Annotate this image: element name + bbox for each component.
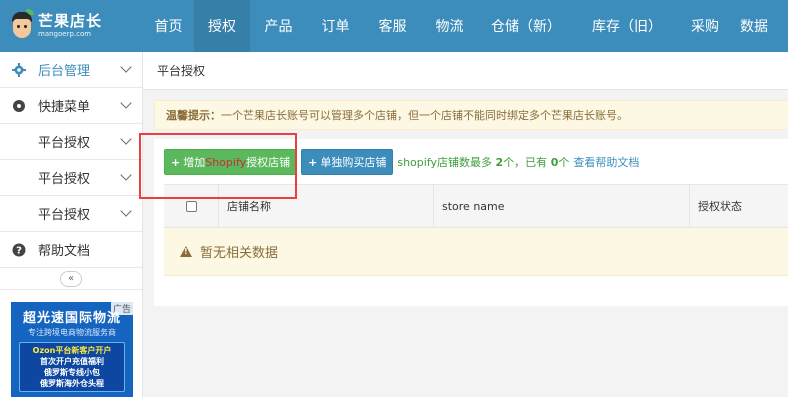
ad-line: Ozon平台新客户开户 bbox=[32, 346, 112, 355]
highlight-annotation-frame bbox=[139, 133, 297, 199]
quota-mid: 个，已有 bbox=[503, 156, 548, 169]
sidebar-item-help[interactable]: ? 帮助文档 bbox=[0, 232, 142, 268]
sidebar-item-shortcuts[interactable]: 快捷菜单 bbox=[0, 88, 142, 124]
mango-mascot-icon bbox=[10, 9, 34, 40]
sidebar-subitem-platform-auth[interactable]: 平台授权 bbox=[0, 196, 142, 232]
top-navbar: 芒果店长 mangoerp.com 首页 授权 产品 订单 客服 物流 仓储（新… bbox=[0, 0, 788, 52]
collapse-sidebar-button[interactable]: « bbox=[60, 270, 82, 287]
chevron-down-icon bbox=[120, 169, 132, 181]
sidebar-collapse-bar: « bbox=[0, 268, 142, 290]
tip-label: 温馨提示： bbox=[166, 109, 221, 122]
ad-tag[interactable]: 广告 bbox=[110, 302, 133, 315]
brand-domain: mangoerp.com bbox=[38, 30, 92, 38]
chevron-down-icon bbox=[120, 133, 132, 145]
ad-offer-box: Ozon平台新客户开户 首次开户充值福利 俄罗斯专线小包 俄罗斯海外仓头程 bbox=[19, 342, 125, 392]
sidebar-item-admin[interactable]: 后台管理 bbox=[0, 52, 142, 88]
sidebar-item-label: 平台授权 bbox=[38, 208, 91, 223]
store-quota-info: shopify店铺数最多 2个，已有 0个 查看帮助文档 bbox=[397, 154, 639, 170]
nav-inventory-old[interactable]: 库存（旧） bbox=[574, 0, 680, 52]
column-header[interactable]: 授权状态 bbox=[689, 184, 788, 228]
buy-store-button[interactable]: + 单独购买店铺 bbox=[301, 149, 394, 175]
sidebar-item-label: 平台授权 bbox=[38, 136, 91, 151]
nav-customer-service[interactable]: 客服 bbox=[364, 0, 421, 52]
ad-line: 俄罗斯海外仓头程 bbox=[40, 379, 104, 388]
nav-orders[interactable]: 订单 bbox=[307, 0, 364, 52]
ad-line: 首次开户充值福利 bbox=[40, 357, 104, 366]
select-all-checkbox[interactable] bbox=[185, 200, 197, 212]
empty-state: 暂无相关数据 bbox=[164, 228, 788, 276]
quota-prefix: shopify店铺数最多 bbox=[397, 156, 493, 169]
tip-text: 一个芒果店长账号可以管理多个店铺，但一个店铺不能同时绑定多个芒果店长账号。 bbox=[221, 109, 628, 122]
quota-suffix: 个 bbox=[558, 156, 570, 169]
sidebar-subitem-platform-auth[interactable]: 平台授权 bbox=[0, 160, 142, 196]
disc-icon bbox=[12, 99, 26, 113]
tip-alert: 温馨提示： 一个芒果店长账号可以管理多个店铺，但一个店铺不能同时绑定多个芒果店长… bbox=[154, 100, 788, 130]
column-header[interactable]: store name bbox=[433, 184, 689, 228]
warning-icon bbox=[180, 246, 192, 257]
plus-icon: + bbox=[308, 155, 318, 169]
main-content: 平台授权 温馨提示： 一个芒果店长账号可以管理多个店铺，但一个店铺不能同时绑定多… bbox=[143, 52, 788, 397]
empty-text: 暂无相关数据 bbox=[200, 246, 279, 261]
nav-products[interactable]: 产品 bbox=[250, 0, 307, 52]
nav-home[interactable]: 首页 bbox=[143, 0, 194, 52]
sidebar-item-label: 帮助文档 bbox=[38, 244, 91, 259]
nav-logistics[interactable]: 物流 bbox=[421, 0, 478, 52]
nav-data[interactable]: 数据 bbox=[730, 0, 770, 52]
chevron-down-icon bbox=[120, 97, 132, 109]
buy-button-label: 单独购买店铺 bbox=[320, 156, 387, 169]
sidebar-item-label: 快捷菜单 bbox=[38, 100, 91, 115]
chevron-down-icon bbox=[120, 61, 132, 73]
nav-warehouse-new[interactable]: 仓储（新） bbox=[478, 0, 574, 52]
breadcrumb: 平台授权 bbox=[143, 52, 788, 90]
chevron-down-icon bbox=[120, 205, 132, 217]
brand-logo[interactable]: 芒果店长 mangoerp.com bbox=[0, 0, 143, 52]
sidebar-item-label: 后台管理 bbox=[38, 64, 91, 79]
help-doc-link[interactable]: 查看帮助文档 bbox=[573, 156, 639, 169]
main-nav: 首页 授权 产品 订单 客服 物流 仓储（新） 库存（旧） 采购 数据 bbox=[143, 0, 770, 52]
nav-purchasing[interactable]: 采购 bbox=[680, 0, 730, 52]
ad-line: 俄罗斯专线小包 bbox=[44, 368, 100, 377]
brand-name: 芒果店长 bbox=[38, 12, 103, 30]
sidebar-subitem-platform-auth[interactable]: 平台授权 bbox=[0, 124, 142, 160]
sidebar-item-label: 平台授权 bbox=[38, 172, 91, 187]
svg-text:?: ? bbox=[16, 245, 22, 256]
gear-icon bbox=[12, 62, 26, 77]
ad-subtitle: 专注跨境电商物流服务商 bbox=[28, 328, 116, 337]
ad-banner[interactable]: 广告 超光速国际物流 专注跨境电商物流服务商 Ozon平台新客户开户 首次开户充… bbox=[11, 302, 133, 397]
question-icon: ? bbox=[12, 243, 26, 257]
nav-authorization[interactable]: 授权 bbox=[194, 0, 250, 52]
